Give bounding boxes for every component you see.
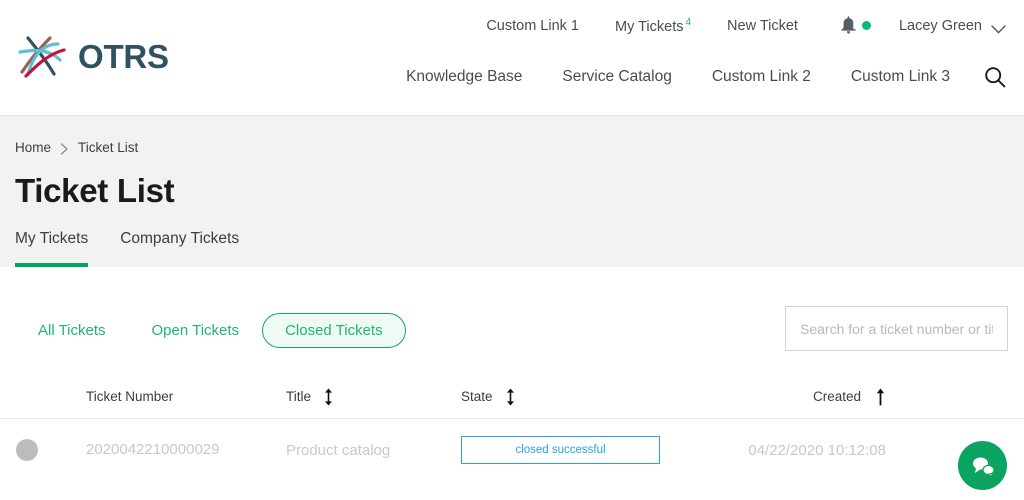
nav-new-ticket-label: New Ticket [727, 17, 798, 34]
user-menu[interactable]: Lacey Green [885, 18, 1008, 34]
status-dot [16, 439, 38, 461]
otrs-logo-icon [14, 30, 72, 82]
site-header: OTRS Custom Link 1 My Tickets 4 New Ticke… [0, 0, 1024, 116]
main-content: All Tickets Open Tickets Closed Tickets … [0, 267, 1024, 500]
chevron-down-icon [991, 21, 1006, 34]
secondary-navigation: Knowledge Base Service Catalog Custom Li… [386, 66, 1008, 88]
table-row[interactable]: 2020042210000029 Product catalog closed … [0, 419, 1024, 481]
column-state: State [461, 388, 676, 406]
column-title: Title [286, 388, 461, 406]
cell-ticket-number: 2020042210000029 [86, 441, 286, 459]
table-header-row: Ticket Number Title State Created [0, 375, 1024, 419]
tab-my-tickets[interactable]: My Tickets [15, 230, 89, 267]
chevron-right-icon [60, 142, 69, 155]
column-ticket-number-label: Ticket Number [86, 388, 174, 404]
nav-knowledge-base[interactable]: Knowledge Base [386, 68, 542, 86]
ticket-scope-tabs: My Tickets Company Tickets [15, 230, 239, 267]
cell-title: Product catalog [286, 442, 461, 459]
sort-both-icon [505, 388, 516, 406]
page-band: Home Ticket List Ticket List My Tickets … [0, 116, 1024, 267]
nav-custom-link-1-label: Custom Link 1 [486, 17, 579, 34]
my-tickets-count-badge: 4 [685, 16, 692, 28]
breadcrumb-item-home[interactable]: Home [15, 140, 51, 155]
sort-title-button[interactable] [323, 388, 334, 406]
filter-all-tickets[interactable]: All Tickets [15, 313, 129, 348]
chat-bubbles-icon [970, 454, 996, 478]
nav-custom-link-1[interactable]: Custom Link 1 [468, 18, 597, 34]
sort-created-button[interactable] [875, 388, 886, 406]
column-ticket-number: Ticket Number [86, 388, 286, 406]
ticket-number-value: 2020042210000029 [86, 441, 220, 458]
column-created-label: Created [812, 389, 861, 404]
nav-my-tickets[interactable]: My Tickets 4 [597, 17, 709, 35]
sort-ascending-icon [875, 388, 886, 406]
sort-both-icon [323, 388, 334, 406]
ticket-filter-group: All Tickets Open Tickets Closed Tickets [15, 313, 406, 348]
nav-new-ticket[interactable]: New Ticket [709, 18, 816, 34]
logo[interactable]: OTRS [14, 30, 169, 82]
chat-button[interactable] [958, 441, 1007, 490]
ticket-table: Ticket Number Title State Created 202004… [0, 375, 1024, 481]
top-navigation: Custom Link 1 My Tickets 4 New Ticket Lac… [468, 16, 1008, 35]
cell-created: 04/22/2020 10:12:08 [676, 442, 1008, 459]
breadcrumb-item-ticket-list: Ticket List [78, 140, 139, 155]
notifications-button[interactable] [816, 16, 885, 35]
column-created: Created [676, 388, 1008, 406]
search-icon [984, 66, 1006, 88]
nav-custom-link-3[interactable]: Custom Link 3 [831, 68, 970, 86]
nav-my-tickets-label: My Tickets [615, 18, 684, 35]
column-title-label: Title [286, 389, 312, 404]
search-input[interactable] [785, 306, 1008, 351]
cell-state: closed successful [461, 436, 676, 464]
bell-icon [840, 16, 857, 35]
user-name: Lacey Green [898, 17, 982, 34]
nav-custom-link-2[interactable]: Custom Link 2 [692, 68, 831, 86]
status-badge: closed successful [461, 436, 660, 464]
filter-open-tickets[interactable]: Open Tickets [129, 313, 263, 348]
sort-state-button[interactable] [505, 388, 516, 406]
row-status [16, 439, 86, 461]
created-value: 04/22/2020 10:12:08 [748, 441, 886, 459]
page-title: Ticket List [15, 172, 175, 209]
ticket-title-value: Product catalog [286, 441, 391, 459]
notification-status-dot [861, 21, 871, 30]
tab-company-tickets[interactable]: Company Tickets [120, 230, 239, 267]
column-state-label: State [461, 389, 493, 404]
search-icon-button[interactable] [984, 66, 1006, 88]
filter-closed-tickets[interactable]: Closed Tickets [262, 313, 406, 348]
logo-text: OTRS [78, 37, 169, 75]
nav-service-catalog[interactable]: Service Catalog [542, 68, 691, 86]
breadcrumb: Home Ticket List [15, 140, 138, 155]
